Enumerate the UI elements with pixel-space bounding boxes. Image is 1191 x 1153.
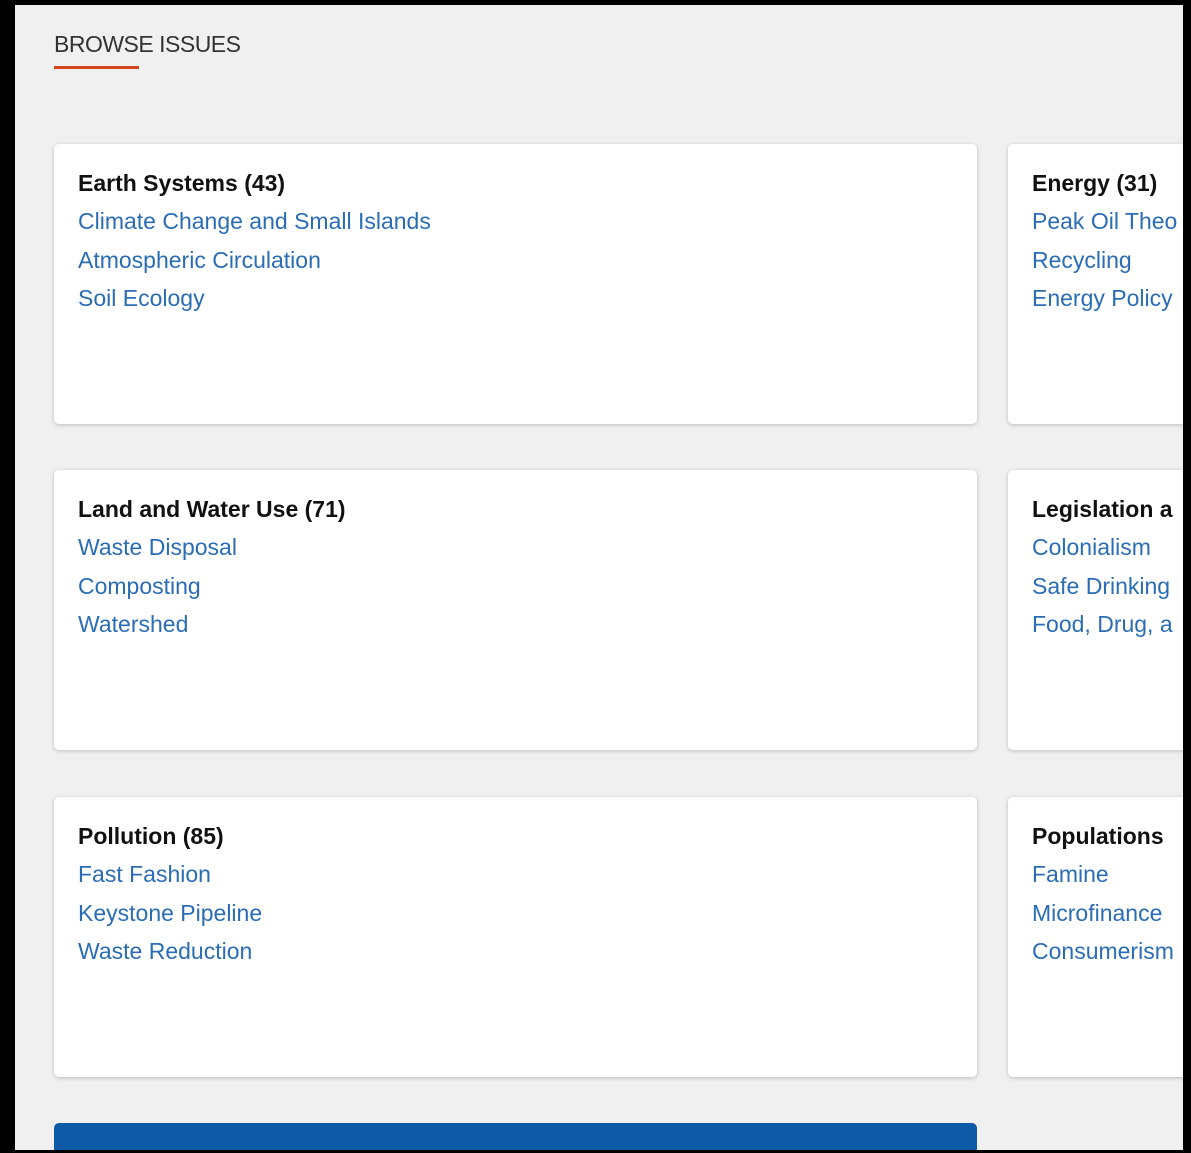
issue-link[interactable]: Food, Drug, a	[1032, 605, 1183, 644]
issue-link[interactable]: Colonialism	[1032, 528, 1183, 567]
issue-link[interactable]: Waste Reduction	[78, 932, 953, 971]
category-card-earth-systems: Earth Systems (43) Climate Change and Sm…	[54, 144, 977, 424]
category-card-legislation: Legislation a Colonialism Safe Drinking …	[1008, 470, 1183, 750]
issue-link[interactable]: Energy Policy	[1032, 279, 1183, 318]
category-heading: Pollution (85)	[78, 823, 224, 849]
featured-banner[interactable]	[54, 1123, 977, 1150]
issue-link[interactable]: Consumerism	[1032, 932, 1183, 971]
issue-link[interactable]: Famine	[1032, 855, 1183, 894]
issue-link[interactable]: Peak Oil Theo	[1032, 202, 1183, 241]
issue-link[interactable]: Fast Fashion	[78, 855, 953, 894]
issue-link[interactable]: Waste Disposal	[78, 528, 953, 567]
category-heading: Land and Water Use (71)	[78, 496, 346, 522]
section-title: BROWSE ISSUES	[54, 31, 241, 57]
issue-link[interactable]: Recycling	[1032, 241, 1183, 280]
issue-link[interactable]: Keystone Pipeline	[78, 894, 953, 933]
issue-link[interactable]: Climate Change and Small Islands	[78, 202, 953, 241]
title-underline	[54, 66, 139, 69]
category-heading: Energy (31)	[1032, 170, 1158, 196]
category-heading: Legislation a	[1032, 496, 1173, 522]
category-heading: Populations	[1032, 823, 1164, 849]
category-card-energy: Energy (31) Peak Oil Theo Recycling Ener…	[1008, 144, 1183, 424]
issue-link[interactable]: Watershed	[78, 605, 953, 644]
issue-link[interactable]: Microfinance	[1032, 894, 1183, 933]
category-card-pollution: Pollution (85) Fast Fashion Keystone Pip…	[54, 797, 977, 1077]
issue-link[interactable]: Soil Ecology	[78, 279, 953, 318]
issue-link[interactable]: Composting	[78, 567, 953, 606]
issue-link[interactable]: Atmospheric Circulation	[78, 241, 953, 280]
category-card-populations: Populations Famine Microfinance Consumer…	[1008, 797, 1183, 1077]
category-card-land-and-water-use: Land and Water Use (71) Waste Disposal C…	[54, 470, 977, 750]
issue-link[interactable]: Safe Drinking	[1032, 567, 1183, 606]
browse-issues-panel: BROWSE ISSUES Earth Systems (43) Climate…	[15, 5, 1183, 1150]
category-heading: Earth Systems (43)	[78, 170, 286, 196]
